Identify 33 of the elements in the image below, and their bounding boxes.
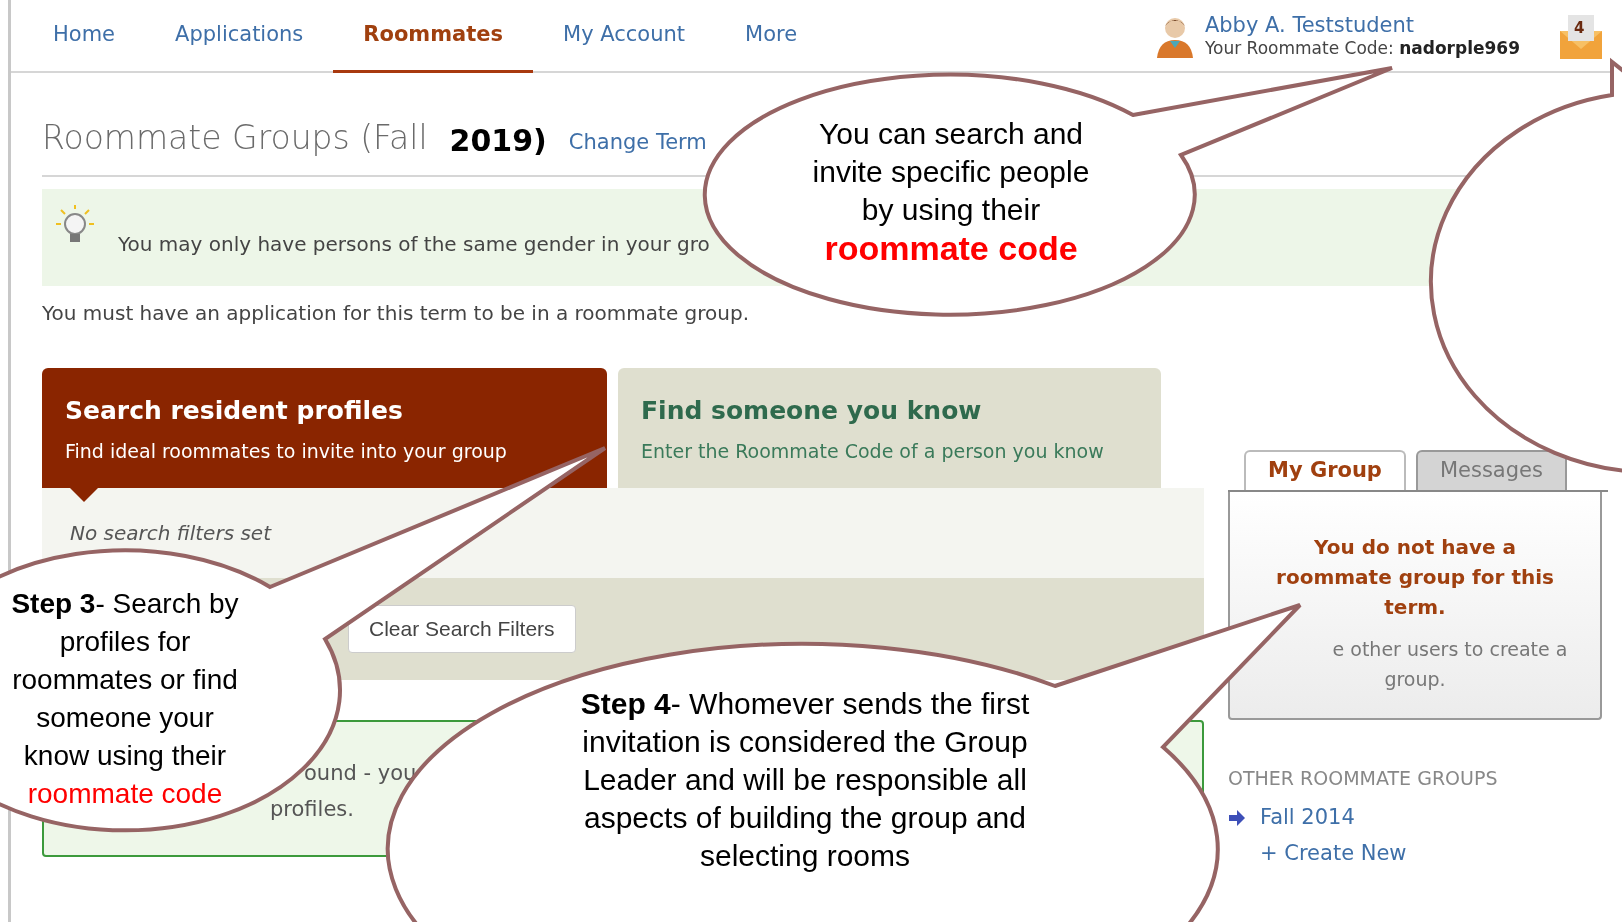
card-subtitle: Find ideal roommates to invite into your group [65, 439, 508, 464]
user-name[interactable]: Abby A. Teststudent [1204, 11, 1520, 38]
panel-tab[interactable]: My Group [1244, 449, 1406, 490]
page-title: Roommate Groups (Fall [42, 117, 428, 159]
notice-text: You must have an application for this term to be in a roommate group. [42, 299, 750, 327]
callout-text: Step 4- Whomever sends the first invitation is considered the Group Leader and will be responsible all aspects of building the group and selecting rooms [579, 686, 1031, 874]
callout-text: Step 3- Search by profiles for roommates or find someone your know using their roommate code [10, 587, 240, 811]
hint-text: e other users to create a [1332, 636, 1568, 662]
nav-tab[interactable]: More [715, 0, 828, 73]
result-text: profiles. [270, 795, 354, 823]
card-subtitle: Enter the Roommate Code of a person you know [641, 439, 1105, 464]
nav-tab[interactable]: Applications [145, 0, 334, 73]
no-group-text: You do not have a roommate group for this term. [1275, 533, 1555, 621]
nav-tab[interactable]: Home [23, 0, 145, 73]
nav-tab[interactable]: Roommates [333, 0, 534, 73]
clear-filters-button[interactable]: Clear Search Filters [348, 604, 576, 653]
section-heading: OTHER ROOMMATE GROUPS [1228, 765, 1499, 791]
page-title-year: 2019) [449, 121, 547, 160]
roommate-code-text: Your Roommate Code: nadorple969 [1204, 38, 1520, 60]
change-term-link[interactable]: Change Term [568, 127, 707, 159]
create-link[interactable]: + Create New [1260, 837, 1608, 869]
card-title: Search resident profiles [65, 394, 404, 427]
nav-tab[interactable]: My Account [533, 0, 716, 73]
tip-text: You may only have persons of the same gender in your gro [118, 231, 710, 258]
mail-count: 4 [1574, 17, 1585, 39]
card-title: Find someone you know [641, 394, 983, 427]
panel-tab[interactable]: Messages [1415, 449, 1567, 490]
callout-text: You can search and invite specific people by using their roommate code [811, 116, 1091, 269]
filter-status: No search filters set [70, 520, 271, 545]
hint-text: group. [1384, 666, 1446, 692]
arrow-icon [1228, 808, 1246, 827]
group-link[interactable]: Fall 2014 [1260, 802, 1355, 834]
option-card[interactable]: Find someone you know Enter the Roommate Code of a person you know [618, 367, 1161, 488]
